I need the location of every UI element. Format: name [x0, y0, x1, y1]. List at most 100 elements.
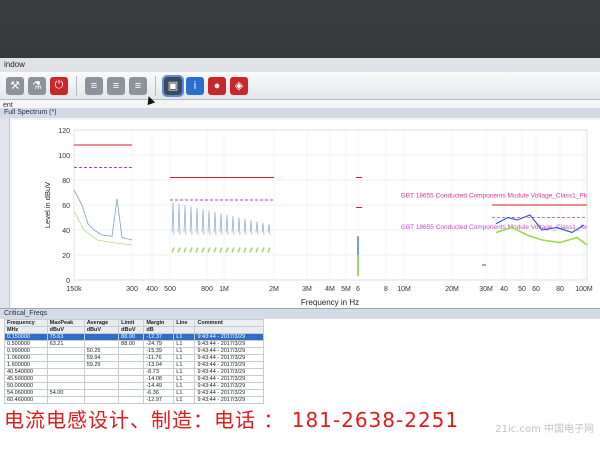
tab-full-spectrum[interactable]: Full Spectrum (*) [0, 108, 600, 118]
x-tick-label: 10M [397, 286, 411, 293]
table-cell: 9:43:44 - 2017/3/29 [194, 340, 264, 348]
table-cell: L1 [173, 354, 196, 362]
power-icon[interactable]: ⏻ [50, 76, 68, 95]
x-axis-label: Frequency in Hz [301, 298, 359, 307]
table-cell [46, 354, 85, 362]
table-cell: 59.29 [83, 361, 120, 369]
x-tick-label: 400 [146, 286, 158, 293]
window-title: indow [0, 58, 600, 72]
table-cell: L1 [173, 340, 196, 348]
column-unit: dB [143, 326, 175, 334]
table-cell [118, 396, 145, 404]
x-tick-label: 60 [532, 286, 540, 293]
table-cell: -12.97 [143, 396, 175, 404]
table-cell: L1 [173, 333, 196, 341]
table-cell [83, 382, 120, 390]
x-tick-label: 6 [356, 286, 360, 293]
table-cell: 54.060000 [4, 389, 48, 397]
table-cell: 0.990000 [4, 347, 48, 355]
table-cell: 9:43:44 - 2017/3/29 [194, 333, 264, 341]
column-header[interactable]: Frequency [4, 319, 48, 327]
x-tick-label: 50 [518, 286, 526, 293]
table-row[interactable]: 0.990000 50.25 -15.39 L1 9:43:44 - 2017/3/29 [4, 347, 264, 355]
column-header[interactable]: Margin [143, 319, 175, 327]
table-cell [118, 375, 145, 383]
info-icon[interactable]: i [186, 76, 204, 95]
column-unit: dBuV [83, 326, 120, 334]
table-cell: 88.00 [118, 340, 145, 348]
table-cell: 9:43:44 - 2017/3/29 [194, 361, 264, 369]
table-row[interactable]: 60.460000 -12.97 L1 9:43:44 - 2017/3/29 [4, 396, 264, 404]
results-table: Frequency MaxPeak Average Limit Margin Line Co… [4, 319, 264, 404]
y-tick-label: 120 [58, 128, 70, 135]
table-row[interactable]: 1.600000 59.29 -13.04 L1 9:43:44 - 2017/3/29 [4, 361, 264, 369]
y-tick-label: 0 [66, 278, 70, 285]
column-unit [173, 326, 196, 334]
table-row[interactable]: 45.500000 -14.08 L1 9:43:44 - 2017/3/29 [4, 375, 264, 383]
column-header[interactable]: Line [173, 319, 196, 327]
x-tick-label: 3M [302, 286, 312, 293]
db-icon-1[interactable]: ≡ [85, 76, 103, 95]
x-tick-label: 8 [384, 286, 388, 293]
column-header[interactable]: Comment [194, 319, 264, 327]
table-cell: -6.36 [143, 389, 175, 397]
x-tick-label: 500 [164, 286, 176, 293]
table-cell [83, 389, 120, 397]
tools-icon[interactable]: ⚒ [6, 76, 24, 95]
peak-limit-annotation: GBT 18655 Conducted Components Module Vo… [401, 193, 588, 200]
table-cell [46, 396, 85, 404]
scan-icon[interactable]: ▣ [162, 74, 184, 97]
y-tick-label: 100 [58, 153, 70, 160]
table-cell: 9:43:44 - 2017/3/29 [194, 396, 264, 404]
table-cell [118, 368, 145, 376]
table-cell: 0.500000 [4, 340, 48, 348]
table-cell: L1 [173, 396, 196, 404]
table-cell: -14.08 [143, 375, 175, 383]
table-row[interactable]: 1.060000 59.94 -11.76 L1 9:43:44 - 2017/3/29 [4, 354, 264, 362]
x-tick-label: 40 [500, 286, 508, 293]
db-icon-3[interactable]: ≡ [129, 76, 147, 95]
table-cell: 50.000000 [4, 382, 48, 390]
x-tick-label: 80 [556, 286, 564, 293]
record-icon[interactable]: ● [208, 76, 226, 95]
y-tick-label: 80 [62, 178, 70, 185]
x-tick-label: 30M [479, 286, 493, 293]
table-row[interactable]: 0.150000 75.63 88.00 -12.37 L1 9:43:44 - 2017… [4, 333, 264, 341]
table-cell: L1 [173, 375, 196, 383]
table-cell: 1.600000 [4, 361, 48, 369]
y-tick-label: 20 [62, 253, 70, 260]
table-cell: -8.73 [143, 368, 175, 376]
table-row[interactable]: 50.000000 -14.49 L1 9:43:44 - 2017/3/29 [4, 382, 264, 390]
table-cell [46, 382, 85, 390]
table-cell: 50.25 [83, 347, 120, 355]
column-header[interactable]: Average [83, 319, 120, 327]
table-row[interactable]: 54.060000 54.00 -6.36 L1 9:43:44 - 2017/3/29 [4, 389, 264, 397]
table-cell [83, 333, 120, 341]
column-header[interactable]: Limit [118, 319, 145, 327]
table-cell: 9:43:44 - 2017/3/29 [194, 375, 264, 383]
x-tick-label: 800 [201, 286, 213, 293]
table-cell [83, 340, 120, 348]
table-cell: 9:43:44 - 2017/3/29 [194, 354, 264, 362]
table-cell: 54.00 [46, 389, 85, 397]
column-unit: dBuV [46, 326, 85, 334]
export-icon[interactable]: ◈ [230, 76, 248, 95]
lab-icon[interactable]: ⚗ [28, 76, 46, 95]
table-cell: L1 [173, 347, 196, 355]
table-row[interactable]: 40.540000 -8.73 L1 9:43:44 - 2017/3/29 [4, 368, 264, 376]
db-icon-2[interactable]: ≡ [107, 76, 125, 95]
table-cell: 63.21 [46, 340, 85, 348]
watermark-logo: 21ic.com 中国电子网 [495, 424, 594, 435]
table-cell [83, 375, 120, 383]
table-cell: -14.49 [143, 382, 175, 390]
table-row[interactable]: 0.500000 63.21 88.00 -24.79 L1 9:43:44 - 2017… [4, 340, 264, 348]
table-cell [46, 375, 85, 383]
toolbar-separator [76, 75, 77, 96]
x-tick-label: 150k [66, 286, 82, 293]
table-cell [83, 368, 120, 376]
column-header[interactable]: MaxPeak [46, 319, 85, 327]
table-cell: -11.76 [143, 354, 175, 362]
x-tick-label: 20M [445, 286, 459, 293]
table-cell: 0.150000 [4, 333, 48, 341]
table-cell [46, 368, 85, 376]
